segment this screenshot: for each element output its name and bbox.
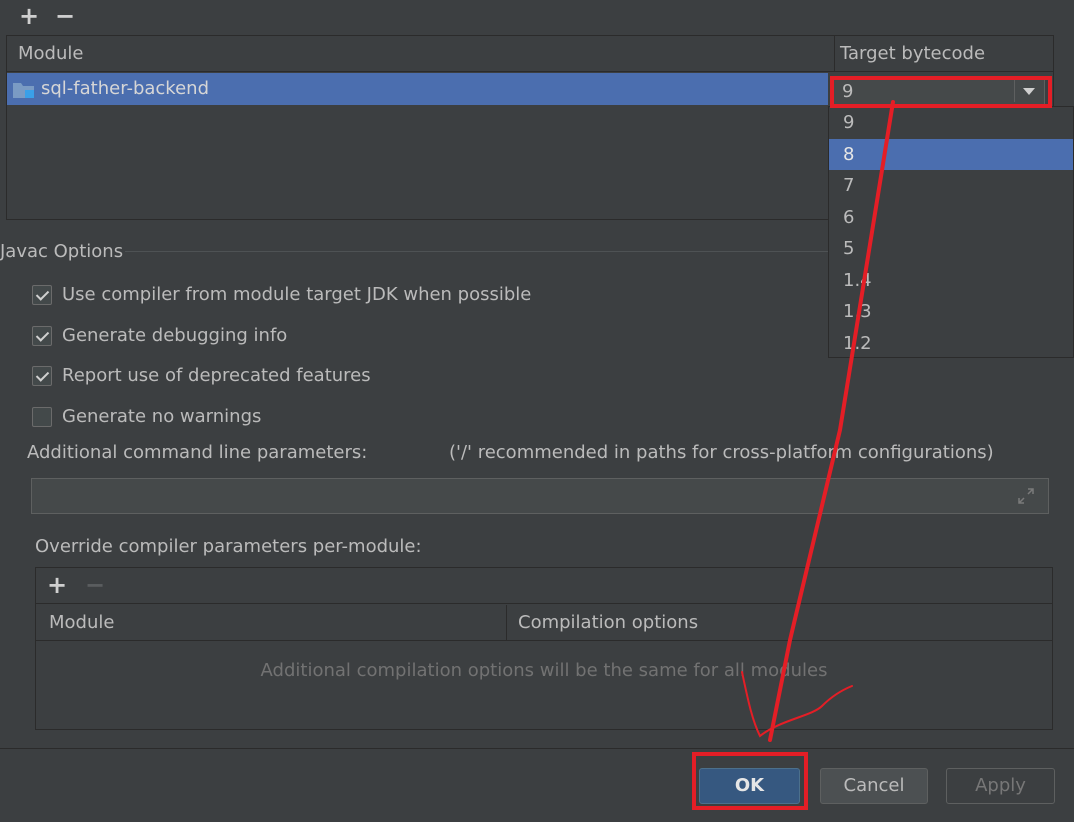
annotation-arrow xyxy=(741,100,895,742)
